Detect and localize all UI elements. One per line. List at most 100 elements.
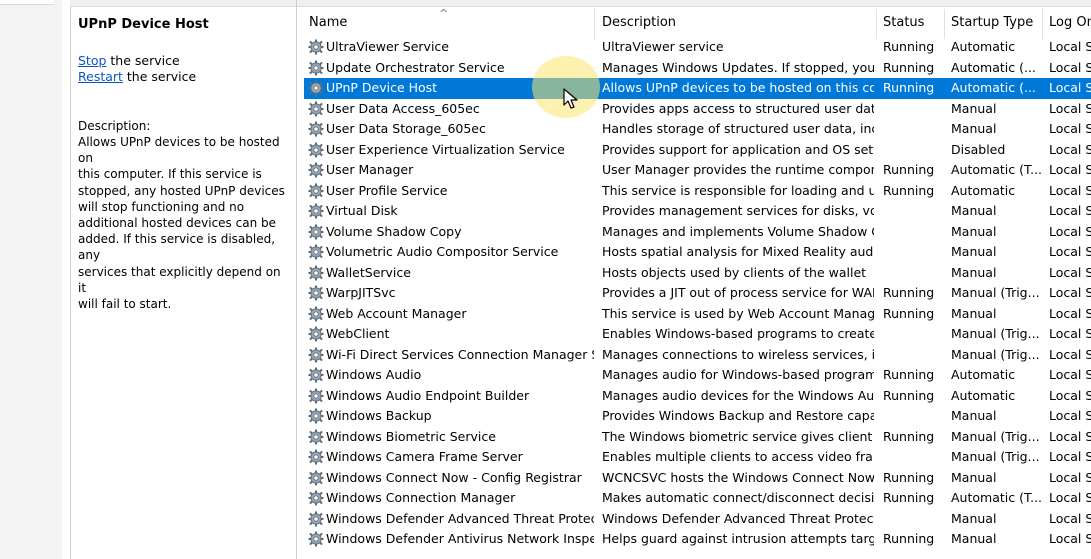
service-log-on-as: Local Se [1049,490,1091,505]
service-description: Provides a JIT out of process service fo… [602,285,874,300]
service-log-on-as: Local Sy [1049,264,1091,280]
column-separator[interactable] [1042,9,1043,39]
service-status: Running [883,182,935,198]
service-startup-type: Disabled [951,141,1006,157]
restart-suffix: the service [122,69,197,84]
service-row[interactable]: WarpJITSvc Provides a JIT out of process … [304,283,1091,304]
service-row[interactable]: Windows Defender Advanced Threat Protect… [304,509,1091,530]
service-description: Enables multiple clients to access video… [602,449,874,464]
column-separator[interactable] [944,9,945,39]
service-row[interactable]: User Manager User Manager provides the ru… [304,160,1091,181]
service-log-on-as: Local Sy [1049,408,1091,423]
service-log-on-as: Local Sy [1049,39,1091,54]
service-row[interactable]: Windows Audio Endpoint Builder Manages au… [304,386,1091,407]
service-startup-type: Manual [951,203,997,218]
service-startup-type: Manual [951,531,997,546]
service-gear-icon [308,306,324,322]
service-row[interactable]: UltraViewer Service UltraViewer service Ru… [304,37,1091,58]
column-header-status[interactable]: Status [883,15,924,30]
column-separator[interactable] [594,9,595,39]
service-status: Running [883,387,935,403]
service-row[interactable]: WalletService Hosts objects used by clien… [304,263,1091,284]
service-row[interactable]: UPnP Device Host Allows UPnP devices to b… [304,78,1091,99]
service-log-on-as: Local Sy [1049,100,1091,116]
service-description: WCNCSVC hosts the Windows Connect Now ..… [602,469,874,485]
description-pane: UPnP Device Host Stop the service Restar… [72,8,294,559]
pane-divider-right[interactable] [296,0,297,559]
service-gear-icon [308,531,324,547]
service-log-on-as: Local Se [1049,367,1091,382]
service-row[interactable]: Windows Backup Provides Windows Backup an… [304,406,1091,427]
service-log-on-as: Local Se [1049,326,1091,341]
service-status: Running [883,428,935,444]
service-description: Allows UPnP devices to be hosted on this… [602,80,874,95]
service-row[interactable]: Windows Biometric Service The Windows bio… [304,427,1091,448]
service-description: Enables Windows-based programs to create… [602,326,874,341]
service-row[interactable]: User Profile Service This service is resp… [304,181,1091,202]
service-gear-icon [308,449,324,465]
restart-service-link[interactable]: Restart [78,69,123,84]
service-row[interactable]: WebClient Enables Windows-based programs … [304,324,1091,345]
service-row[interactable]: User Data Storage_605ec Handles storage o… [304,119,1091,140]
service-log-on-as: Local Sy [1049,305,1091,321]
service-log-on-as: Local Sy [1049,428,1091,444]
service-name: Virtual Disk [326,203,398,218]
service-gear-icon [308,80,324,96]
service-gear-icon [308,511,324,527]
service-description: Manages audio devices for the Windows Au… [602,387,874,403]
service-name: Update Orchestrator Service [326,59,505,75]
service-name: User Profile Service [326,182,448,198]
service-description: This service is responsible for loading … [602,182,874,198]
column-header-name[interactable]: Name [309,15,347,30]
service-startup-type: Automatic [951,39,1016,54]
service-description: Manages connections to wireless services… [602,346,874,362]
service-name: User Manager [326,162,414,177]
service-gear-icon [308,408,324,424]
column-header-description[interactable]: Description [602,15,676,30]
service-row[interactable]: Update Orchestrator Service Manages Windo… [304,58,1091,79]
service-row[interactable]: User Experience Virtualization Service Pr… [304,140,1091,161]
service-row[interactable]: Virtual Disk Provides management services… [304,201,1091,222]
stop-suffix: the service [106,53,180,68]
column-header-row: ^ Name Description Status Startup Type L… [304,7,1091,39]
service-gear-icon [308,162,324,178]
column-header-log-on-as[interactable]: Log On [1049,15,1091,30]
service-status: Running [883,531,935,546]
service-log-on-as: Local Sy [1049,141,1091,157]
service-row[interactable]: Volume Shadow Copy Manages and implements… [304,222,1091,243]
service-row[interactable]: Windows Connect Now - Config Registrar WC… [304,468,1091,489]
description-line: stopped, any hosted UPnP devices [78,183,285,198]
service-gear-icon [308,224,324,240]
description-line: this computer. If this service is [78,167,262,182]
service-row[interactable]: Windows Connection Manager Makes automati… [304,488,1091,509]
stop-service-link[interactable]: Stop [78,53,106,68]
service-gear-icon [308,470,324,486]
service-startup-type: Manual [951,121,997,136]
service-log-on-as: Local Sy [1049,59,1091,75]
service-description: The Windows biometric service gives clie… [602,428,874,444]
service-description: Provides apps access to structured user … [602,100,874,116]
service-gear-icon [308,265,324,281]
service-gear-icon [308,142,324,158]
service-startup-type: Manual [951,408,997,423]
service-row[interactable]: Volumetric Audio Compositor Service Hosts… [304,242,1091,263]
service-row[interactable]: User Data Access_605ec Provides apps acce… [304,99,1091,120]
selected-service-title: UPnP Device Host [78,17,209,32]
service-gear-icon [308,183,324,199]
service-gear-icon [308,39,324,55]
column-separator[interactable] [876,9,877,39]
service-description: User Manager provides the runtime compon… [602,162,874,177]
service-row[interactable]: Web Account Manager This service is used … [304,304,1091,325]
service-row[interactable]: Windows Defender Antivirus Network Inspe… [304,529,1091,550]
service-name: Windows Defender Antivirus Network Inspe… [326,531,594,546]
service-row[interactable]: Wi-Fi Direct Services Connection Manager… [304,345,1091,366]
service-row[interactable]: Windows Audio Manages audio for Windows-b… [304,365,1091,386]
service-log-on-as: Local Sy [1049,223,1091,239]
service-gear-icon [308,101,324,117]
service-row[interactable]: Windows Camera Frame Server Enables multi… [304,447,1091,468]
description-line: Allows UPnP devices to be hosted on [78,135,280,166]
service-gear-icon [308,60,324,76]
column-header-startup-type[interactable]: Startup Type [951,15,1033,30]
service-startup-type: Manual [951,510,997,526]
description-line: services that explicitly depend on it [78,264,281,295]
